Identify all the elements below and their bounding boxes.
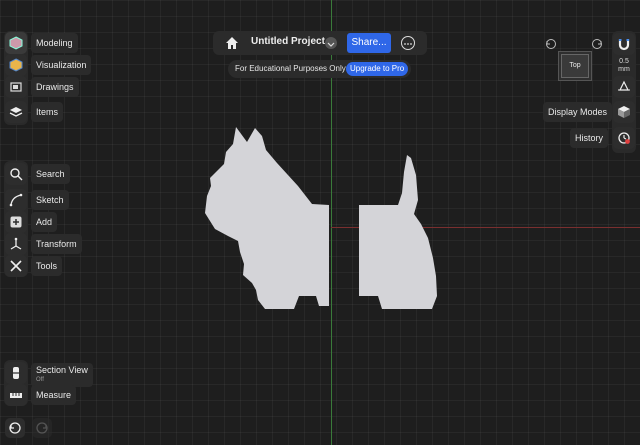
view-cube[interactable]: Top xyxy=(558,51,592,81)
transform-label[interactable]: Transform xyxy=(31,234,82,254)
display-modes-cube-icon[interactable] xyxy=(613,101,635,123)
search-icon[interactable] xyxy=(5,163,27,185)
measure-icon[interactable] xyxy=(5,384,27,406)
grid-size-readout[interactable]: 0.5 mm xyxy=(613,58,635,74)
home-icon[interactable] xyxy=(225,36,239,55)
grid-size-value: 0.5 xyxy=(619,58,629,65)
section-view-icon[interactable] xyxy=(5,362,27,384)
sketch-label[interactable]: Sketch xyxy=(31,190,69,210)
add-label[interactable]: Add xyxy=(31,212,58,232)
dog-front-body xyxy=(205,127,329,309)
modeling-icon[interactable] xyxy=(5,32,27,54)
share-button[interactable]: Share... xyxy=(347,33,391,53)
drawings-label[interactable]: Drawings xyxy=(31,77,79,97)
section-view-state: Off xyxy=(36,377,44,383)
section-view-label[interactable]: Section View Off xyxy=(31,363,93,387)
history-label[interactable]: History xyxy=(570,128,609,148)
project-header-bar: Untitled Project Share... xyxy=(213,31,427,55)
display-modes-label[interactable]: Display Modes xyxy=(543,102,613,122)
license-notice-text: For Educational Purposes Only xyxy=(235,64,346,73)
add-icon[interactable] xyxy=(5,211,27,233)
project-menu-chevron-icon[interactable] xyxy=(325,37,337,49)
upgrade-button[interactable]: Upgrade to Pro xyxy=(346,62,409,76)
license-notice: For Educational Purposes Only Upgrade to… xyxy=(228,60,411,78)
tools-icon[interactable] xyxy=(5,255,27,277)
rotate-left-icon[interactable] xyxy=(545,37,557,55)
measure-label[interactable]: Measure xyxy=(31,385,77,405)
items-label[interactable]: Items xyxy=(31,102,64,122)
grid-size-unit: mm xyxy=(618,66,630,73)
sketch-icon[interactable] xyxy=(5,189,27,211)
visualization-icon[interactable] xyxy=(5,54,27,76)
tools-label[interactable]: Tools xyxy=(31,256,63,276)
more-options-icon[interactable] xyxy=(401,36,415,50)
search-label[interactable]: Search xyxy=(31,164,70,184)
dog-rear-body xyxy=(359,155,437,309)
snapping-magnet-icon[interactable] xyxy=(613,33,635,55)
redo-icon[interactable] xyxy=(32,418,52,438)
transform-icon[interactable] xyxy=(5,233,27,255)
view-cube-label: Top xyxy=(569,62,581,69)
rotate-right-icon[interactable] xyxy=(591,37,603,55)
view-cube-face: Top xyxy=(561,54,589,78)
history-clock-icon[interactable] xyxy=(613,127,635,149)
visualization-label[interactable]: Visualization xyxy=(31,55,92,75)
modeling-label[interactable]: Modeling xyxy=(31,33,78,53)
grid-origin-icon[interactable] xyxy=(613,76,635,98)
drawings-icon[interactable] xyxy=(5,76,27,98)
items-layers-icon[interactable] xyxy=(5,101,27,123)
project-title[interactable]: Untitled Project xyxy=(251,36,325,47)
undo-icon[interactable] xyxy=(5,418,25,438)
section-view-title: Section View xyxy=(36,365,88,375)
